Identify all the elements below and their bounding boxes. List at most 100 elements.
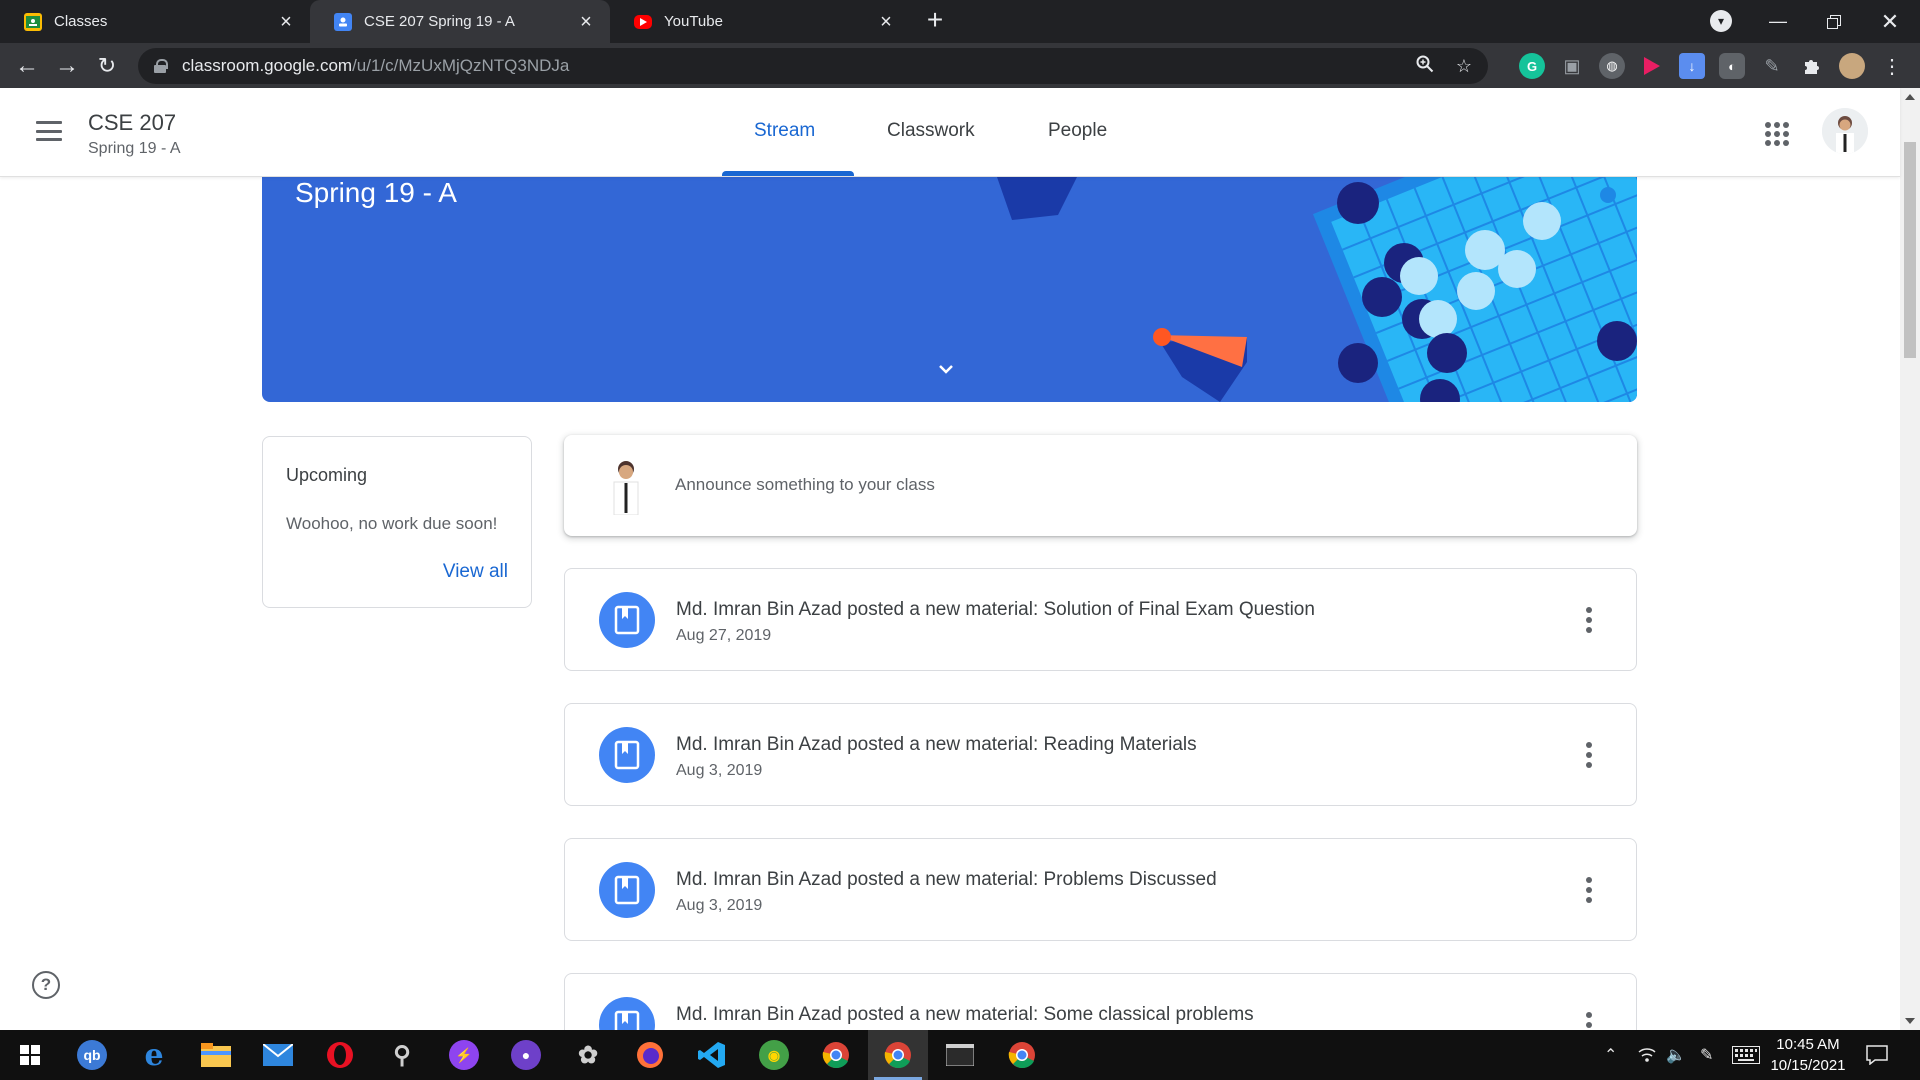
scroll-up-icon[interactable] [1905,94,1915,100]
material-book-icon [599,997,655,1030]
material-book-icon [599,862,655,918]
material-book-icon [599,592,655,648]
stream-post[interactable]: Md. Imran Bin Azad posted a new material… [564,703,1637,806]
browser-tab-cse207[interactable]: CSE 207 Spring 19 - A × [310,0,610,43]
tab-stream[interactable]: Stream [754,120,815,142]
puzzle-extensions-icon[interactable] [1799,53,1825,79]
post-date: Aug 3, 2019 [676,762,763,779]
tab-title: CSE 207 Spring 19 - A [364,13,515,30]
satellite-app-icon[interactable]: ⚲ [372,1030,432,1080]
post-title[interactable]: Md. Imran Bin Azad posted a new material… [676,1004,1254,1026]
announce-box[interactable]: Announce something to your class [564,435,1637,536]
edge-browser-icon[interactable]: e [124,1030,184,1080]
class-name[interactable]: CSE 207 [88,110,176,136]
post-date: Aug 3, 2019 [676,897,763,914]
opera-browser-icon[interactable] [310,1030,370,1080]
terminal-icon[interactable] [930,1030,990,1080]
upcoming-title: Upcoming [286,465,368,485]
close-tab-icon[interactable]: × [876,12,896,32]
browser-tab-youtube[interactable]: YouTube × [610,0,910,43]
zoom-magnifier-icon[interactable] [1416,55,1434,78]
reload-icon[interactable]: ↻ [90,49,124,83]
stream-post[interactable]: Md. Imran Bin Azad posted a new material… [564,973,1637,1030]
main-menu-icon[interactable] [36,121,62,141]
post-more-options-icon[interactable] [1586,1012,1592,1030]
file-explorer-icon[interactable] [186,1030,246,1080]
close-tab-icon[interactable]: × [276,12,296,32]
post-title[interactable]: Md. Imran Bin Azad posted a new material… [676,869,1217,891]
youtube-favicon-icon [634,14,652,29]
extension-icon[interactable]: ◍ [1599,53,1625,79]
tab-people[interactable]: People [1048,120,1107,142]
browser-toolbar: ← → ↻ classroom.google.com/u/1/c/MzUxMjQ… [0,43,1920,88]
close-tab-icon[interactable]: × [576,12,596,32]
back-arrow-icon[interactable]: ← [10,49,44,83]
help-question-icon[interactable]: ? [32,971,60,999]
post-more-options-icon[interactable] [1586,742,1592,768]
stream-post[interactable]: Md. Imran Bin Azad posted a new material… [564,568,1637,671]
tab-classwork[interactable]: Classwork [887,120,975,142]
taskbar-clock[interactable]: 10:45 AM 10/15/2021 [1768,1034,1848,1076]
user-avatar [598,455,654,516]
wifi-icon[interactable] [1638,1030,1656,1080]
qbittorrent-icon[interactable]: qb [62,1030,122,1080]
windows-start-icon[interactable] [0,1030,60,1080]
google-apps-icon[interactable] [1765,122,1789,146]
stream-post[interactable]: Md. Imran Bin Azad posted a new material… [564,838,1637,941]
mail-icon[interactable] [248,1030,308,1080]
classroom-favicon-icon [334,12,352,31]
minimize-window-icon[interactable]: — [1750,0,1806,43]
scrollbar-thumb[interactable] [1904,142,1916,358]
banner-title: Spring 19 - A [295,177,457,208]
post-title[interactable]: Md. Imran Bin Azad posted a new material… [676,734,1197,756]
pen-extension-icon[interactable]: ✎ [1759,53,1785,79]
post-more-options-icon[interactable] [1586,607,1592,633]
account-avatar[interactable] [1822,108,1868,154]
volume-icon[interactable]: 🔈 [1666,1030,1686,1080]
upcoming-empty-text: Woohoo, no work due soon! [286,514,498,533]
messenger-icon[interactable]: ⚡ [434,1030,494,1080]
show-hidden-icons-chevron-icon[interactable]: ⌃ [1604,1030,1617,1080]
vscode-icon[interactable] [682,1030,742,1080]
scroll-down-icon[interactable] [1905,1018,1915,1024]
class-banner: Spring 19 - A [262,177,1637,402]
tab-title: YouTube [664,13,723,30]
view-all-link[interactable]: View all [443,561,508,583]
pen-workspace-icon[interactable]: ✎ [1700,1030,1713,1080]
clock-date: 10/15/2021 [1770,1057,1846,1074]
windows-taskbar: qb e ⚲ ⚡ ● ✿ ◉ ⌃ 🔈 ✎ 10:45 AM 10/15/2021 [0,1030,1920,1080]
tab-search-chevron-icon[interactable]: ▾ [1710,10,1732,32]
forward-arrow-icon[interactable]: → [50,49,84,83]
firefox-icon[interactable] [620,1030,680,1080]
announce-placeholder[interactable]: Announce something to your class [675,475,935,495]
touch-keyboard-icon[interactable] [1732,1030,1760,1080]
tab-title: Classes [54,13,108,30]
github-desktop-icon[interactable]: ● [496,1030,556,1080]
chevron-down-icon[interactable] [934,357,958,381]
download-extension-icon[interactable]: ↓ [1679,53,1705,79]
globe-app-icon[interactable]: ◉ [744,1030,804,1080]
address-bar[interactable]: classroom.google.com/u/1/c/MzUxMjQzNTQ3N… [138,48,1488,84]
close-window-icon[interactable]: ✕ [1862,0,1918,43]
camera-extension-icon[interactable]: ▣ [1559,53,1585,79]
browser-tab-classes[interactable]: Classes × [0,0,310,43]
bookmark-star-icon[interactable]: ☆ [1456,56,1472,77]
post-more-options-icon[interactable] [1586,877,1592,903]
chrome-beta-icon[interactable] [992,1030,1052,1080]
chrome-active-icon[interactable] [868,1030,928,1080]
play-extension-icon[interactable] [1639,53,1665,79]
grammarly-extension-icon[interactable]: G [1519,53,1545,79]
restore-window-icon[interactable] [1806,0,1862,43]
post-title[interactable]: Md. Imran Bin Azad posted a new material… [676,599,1315,621]
paint-app-icon[interactable]: ✿ [558,1030,618,1080]
notifications-icon[interactable] [1866,1030,1888,1080]
profile-avatar-icon[interactable] [1839,53,1865,79]
page-scrollbar[interactable] [1900,88,1920,1030]
post-date: Aug 27, 2019 [676,627,772,644]
chrome-icon[interactable] [806,1030,866,1080]
lock-icon [154,59,168,73]
new-tab-plus-icon[interactable]: + [920,6,950,36]
class-section: Spring 19 - A [88,140,181,157]
kebab-menu-icon[interactable]: ⋮ [1879,53,1905,79]
extension-icon[interactable]: ◐ [1719,53,1745,79]
